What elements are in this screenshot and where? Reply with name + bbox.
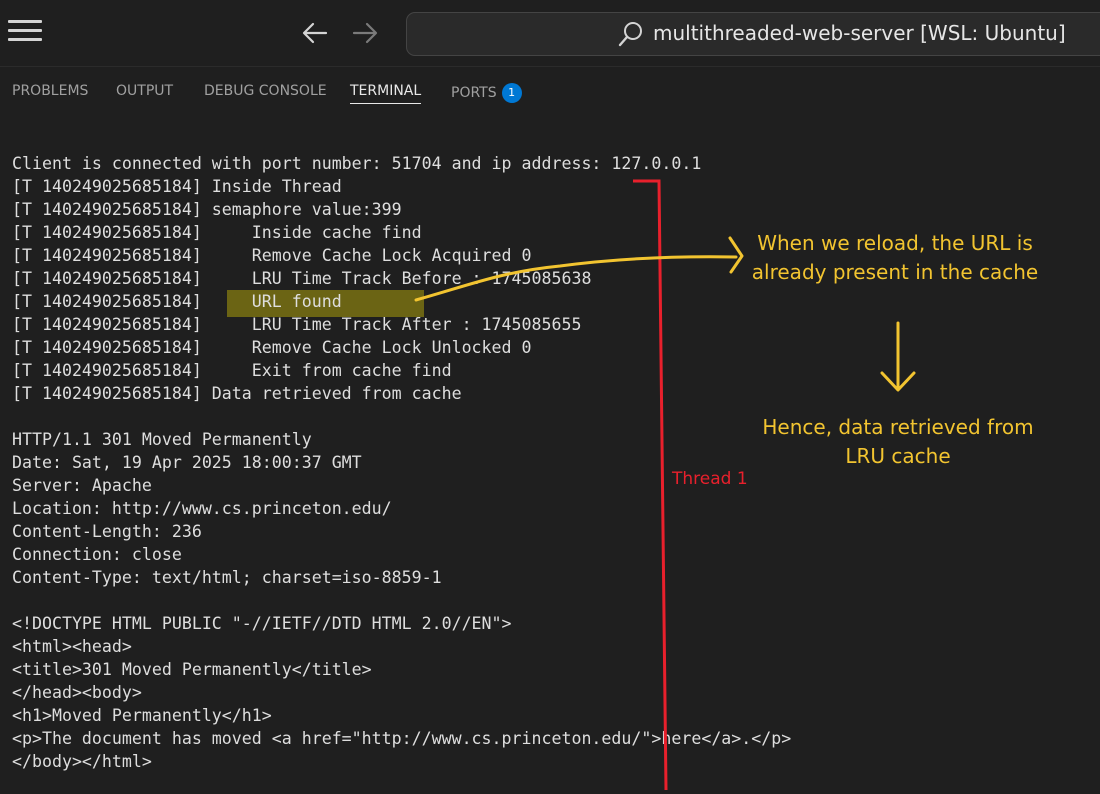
- tab-ports-label: PORTS: [451, 85, 497, 101]
- terminal-line: Client is connected with port number: 51…: [12, 154, 702, 173]
- terminal-line: Content-Length: 236: [12, 522, 202, 541]
- terminal-line: [T 140249025685184] LRU Time Track After…: [12, 315, 582, 334]
- cache-note-annotation: When we reload, the URL is already prese…: [751, 231, 1039, 284]
- terminal-line: [T 140249025685184] Data retrieved from …: [12, 384, 462, 403]
- terminal-line: </body></html>: [12, 752, 152, 771]
- terminal-line: [T 140249025685184] semaphore value:399: [12, 200, 402, 219]
- menu-icon[interactable]: [8, 20, 42, 46]
- terminal-line: [T 140249025685184] Inside Thread: [12, 177, 342, 196]
- result-note-annotation: Hence, data retrieved from LRU cache: [762, 415, 1034, 468]
- tab-problems[interactable]: PROBLEMS: [12, 83, 88, 99]
- terminal-line: [T 140249025685184] Remove Cache Lock Ac…: [12, 246, 532, 265]
- title-bar: multithreaded-web-server [WSL: Ubuntu]: [0, 0, 1100, 67]
- terminal-line: [T 140249025685184] LRU Time Track Befor…: [12, 269, 592, 288]
- terminal-line: Connection: close: [12, 545, 182, 564]
- terminal-line: <html><head>: [12, 637, 132, 656]
- terminal-line: [T 140249025685184] Exit from cache find: [12, 361, 452, 380]
- terminal-line: <h1>Moved Permanently</h1>: [12, 706, 272, 725]
- terminal-line: [T 140249025685184] Remove Cache Lock Un…: [12, 338, 532, 357]
- terminal-line: </head><body>: [12, 683, 142, 702]
- terminal-line: <title>301 Moved Permanently</title>: [12, 660, 372, 679]
- terminal-line: HTTP/1.1 301 Moved Permanently: [12, 430, 312, 449]
- thread-label: Thread 1: [672, 469, 748, 489]
- terminal-line: <!DOCTYPE HTML PUBLIC "-//IETF//DTD HTML…: [12, 614, 512, 633]
- panel-tab-bar: PROBLEMS OUTPUT DEBUG CONSOLE TERMINAL P…: [0, 67, 1100, 117]
- terminal-line: Content-Type: text/html; charset=iso-885…: [12, 568, 442, 587]
- command-center-label: multithreaded-web-server [WSL: Ubuntu]: [653, 21, 1066, 45]
- back-arrow-icon[interactable]: [298, 16, 332, 50]
- search-icon: [617, 20, 645, 52]
- tab-output[interactable]: OUTPUT: [116, 83, 173, 99]
- terminal-line: [T 140249025685184] Inside cache find: [12, 223, 422, 242]
- terminal-line-url-found: [T 140249025685184] URL found: [12, 292, 342, 311]
- terminal-line: Date: Sat, 19 Apr 2025 18:00:37 GMT: [12, 453, 362, 472]
- terminal-line: Server: Apache: [12, 476, 152, 495]
- tab-debug-console[interactable]: DEBUG CONSOLE: [204, 83, 327, 99]
- ports-count-badge: 1: [501, 83, 522, 103]
- command-center-search[interactable]: multithreaded-web-server [WSL: Ubuntu]: [406, 12, 1100, 56]
- tab-ports[interactable]: PORTS 1: [451, 83, 522, 103]
- terminal-line: Location: http://www.cs.princeton.edu/: [12, 499, 392, 518]
- terminal-line: <p>The document has moved <a href="http:…: [12, 729, 792, 748]
- forward-arrow-icon[interactable]: [348, 16, 382, 50]
- tab-terminal[interactable]: TERMINAL: [350, 83, 422, 104]
